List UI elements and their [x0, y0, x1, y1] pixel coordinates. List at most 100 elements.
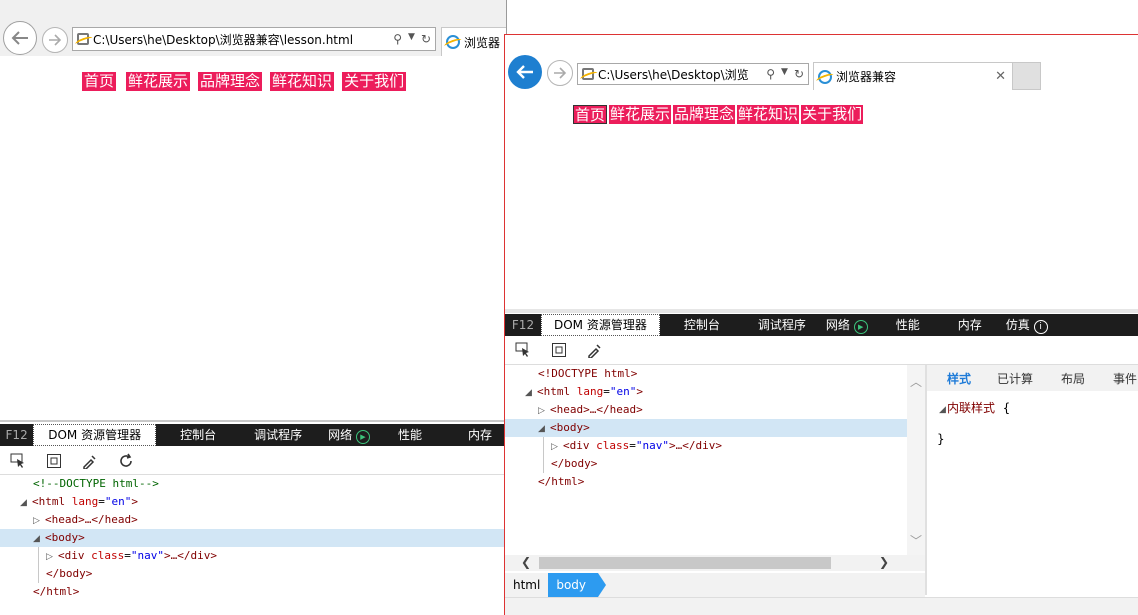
nav-item-home[interactable]: 首页	[82, 72, 117, 91]
dom-node-head[interactable]: ▷ <head>…</head>	[505, 401, 907, 419]
refresh-dom-icon[interactable]	[108, 449, 144, 473]
select-element-icon[interactable]	[0, 449, 36, 473]
dom-node-body[interactable]: ◢ <body>	[505, 419, 907, 437]
tab-performance[interactable]: 性能	[384, 424, 436, 446]
tab-debugger[interactable]: 调试程序	[734, 314, 820, 336]
tab-performance[interactable]: 性能	[882, 314, 934, 336]
close-brace: }	[937, 432, 945, 446]
dom-node-html[interactable]: ◢ <html lang="en">	[0, 493, 506, 511]
nav-item-flowers[interactable]: 鲜花展示	[126, 72, 191, 91]
splitter[interactable]	[0, 420, 506, 422]
expanded-arrow-icon[interactable]: ◢	[525, 384, 537, 402]
browser-toolbar: C:\Users\he\Desktop\浏览 ⚲ ▼ ↻ 浏览器兼容 ✕	[505, 35, 1138, 95]
tab-network-label: 网络	[825, 318, 850, 332]
breadcrumb-html[interactable]: html	[505, 573, 548, 597]
forward-button[interactable]	[42, 27, 68, 53]
tab-network[interactable]: 网络 ▶	[316, 424, 384, 446]
tab-events[interactable]: 事件	[1097, 370, 1138, 387]
dom-node-doctype[interactable]: <!--DOCTYPE html-->	[0, 475, 506, 493]
search-icon[interactable]: ⚲	[393, 32, 402, 46]
dom-node-html-close[interactable]: </html>	[505, 473, 907, 491]
search-icon[interactable]: ⚲	[766, 67, 775, 81]
color-picker-icon[interactable]	[577, 338, 613, 362]
tab-styles[interactable]: 样式	[927, 370, 983, 387]
nav-item-knowledge[interactable]: 鲜花知识	[737, 105, 800, 124]
refresh-icon[interactable]: ↻	[794, 67, 804, 81]
scroll-thumb[interactable]	[539, 557, 831, 569]
collapsed-arrow-icon[interactable]: ▷	[33, 512, 45, 530]
dom-node-html[interactable]: ◢ <html lang="en">	[505, 383, 907, 401]
dom-node-body-close[interactable]: </body>	[0, 565, 506, 583]
tab-network[interactable]: 网络 ▶	[820, 314, 882, 336]
tab-debugger[interactable]: 调试程序	[230, 424, 316, 446]
horizontal-scrollbar[interactable]: ❮ ❯	[505, 555, 925, 571]
browser-window-1: C:\Users\he\Desktop\浏览器兼容\lesson.html ⚲ …	[0, 0, 507, 615]
dom-node-div[interactable]: ▷ <div class="nav">…</div>	[0, 547, 506, 565]
vertical-scrollbar[interactable]: ︿ ﹀	[907, 365, 925, 555]
dom-node-body-close[interactable]: </body>	[505, 455, 907, 473]
new-tab-button[interactable]	[1012, 62, 1041, 90]
highlight-box-icon[interactable]	[541, 338, 577, 362]
collapsed-arrow-icon[interactable]: ▷	[46, 548, 58, 566]
tab-title: 浏览器	[464, 35, 501, 50]
address-bar[interactable]: C:\Users\he\Desktop\浏览 ⚲ ▼ ↻	[577, 63, 809, 85]
tab-computed[interactable]: 已计算	[983, 370, 1045, 387]
browser-tab[interactable]: 浏览器兼容 ✕	[813, 62, 1013, 90]
breadcrumb-body[interactable]: body	[548, 573, 606, 597]
expanded-arrow-icon[interactable]: ◢	[33, 530, 45, 548]
nav-item-flowers[interactable]: 鲜花展示	[609, 105, 672, 124]
back-button[interactable]	[508, 55, 542, 89]
nav-item-knowledge[interactable]: 鲜花知识	[270, 72, 335, 91]
nav-item-brand[interactable]: 品牌理念	[198, 72, 263, 91]
inline-style-rule[interactable]: ◢内联样式 {	[927, 391, 1138, 416]
nav-item-about[interactable]: 关于我们	[342, 72, 407, 91]
browser-toolbar: C:\Users\he\Desktop\浏览器兼容\lesson.html ⚲ …	[0, 0, 506, 56]
ie-logo-icon	[446, 35, 460, 49]
expanded-arrow-icon[interactable]: ◢	[538, 420, 550, 438]
devtools-tabbar: F12 DOM 资源管理器 控制台 调试程序 网络 ▶ 性能 内存 仿真 i	[505, 314, 1138, 336]
expanded-arrow-icon[interactable]: ◢	[20, 494, 32, 512]
tab-console[interactable]: 控制台	[156, 424, 230, 446]
dom-node-div[interactable]: ▷ <div class="nav">…</div>	[505, 437, 907, 455]
tab-layout[interactable]: 布局	[1045, 370, 1097, 387]
address-text: C:\Users\he\Desktop\浏览器兼容\lesson.html	[93, 32, 354, 47]
dom-node-doctype[interactable]: <!DOCTYPE html>	[505, 365, 907, 383]
dom-node-body[interactable]: ◢ <body>	[0, 529, 506, 547]
browser-tab[interactable]: 浏览器	[441, 27, 506, 56]
dom-tree: <!DOCTYPE html> ◢ <html lang="en"> ▷ <head…	[505, 365, 907, 491]
color-picker-icon[interactable]	[72, 449, 108, 473]
tab-console[interactable]: 控制台	[660, 314, 734, 336]
tab-memory[interactable]: 内存	[934, 314, 996, 336]
chevron-down-icon[interactable]: ▼	[408, 32, 415, 46]
select-element-icon[interactable]	[505, 338, 541, 362]
address-bar[interactable]: C:\Users\he\Desktop\浏览器兼容\lesson.html ⚲ …	[72, 27, 436, 51]
splitter[interactable]	[505, 309, 1138, 313]
tab-memory[interactable]: 内存	[436, 424, 506, 446]
tab-emulation[interactable]: 仿真 i	[996, 314, 1062, 336]
chevron-down-icon[interactable]: ▼	[781, 67, 788, 81]
tab-dom-explorer[interactable]: DOM 资源管理器	[541, 314, 660, 336]
refresh-icon[interactable]: ↻	[421, 32, 431, 46]
play-icon: ▶	[355, 430, 370, 444]
scroll-right-icon[interactable]: ❯	[879, 555, 889, 569]
forward-button[interactable]	[547, 60, 573, 86]
scroll-down-icon[interactable]: ﹀	[907, 532, 925, 549]
dom-node-head[interactable]: ▷ <head>…</head>	[0, 511, 506, 529]
collapsed-arrow-icon[interactable]: ▷	[538, 402, 550, 420]
nav-item-brand[interactable]: 品牌理念	[673, 105, 736, 124]
tab-dom-explorer[interactable]: DOM 资源管理器	[33, 424, 157, 446]
nav-item-about[interactable]: 关于我们	[801, 105, 864, 124]
breadcrumb: html body	[505, 573, 925, 597]
highlight-box-icon[interactable]	[36, 449, 72, 473]
nav-item-home[interactable]: 首页	[573, 105, 608, 124]
play-icon: ▶	[853, 320, 868, 334]
back-button[interactable]	[3, 21, 37, 55]
close-tab-icon[interactable]: ✕	[995, 69, 1006, 84]
tab-emulation-label: 仿真	[1005, 318, 1030, 332]
expanded-arrow-icon[interactable]: ◢	[939, 405, 947, 415]
f12-label: F12	[511, 318, 535, 332]
collapsed-arrow-icon[interactable]: ▷	[551, 438, 563, 456]
scroll-left-icon[interactable]: ❮	[521, 555, 531, 569]
dom-node-html-close[interactable]: </html>	[0, 583, 506, 601]
scroll-up-icon[interactable]: ︿	[907, 373, 925, 390]
